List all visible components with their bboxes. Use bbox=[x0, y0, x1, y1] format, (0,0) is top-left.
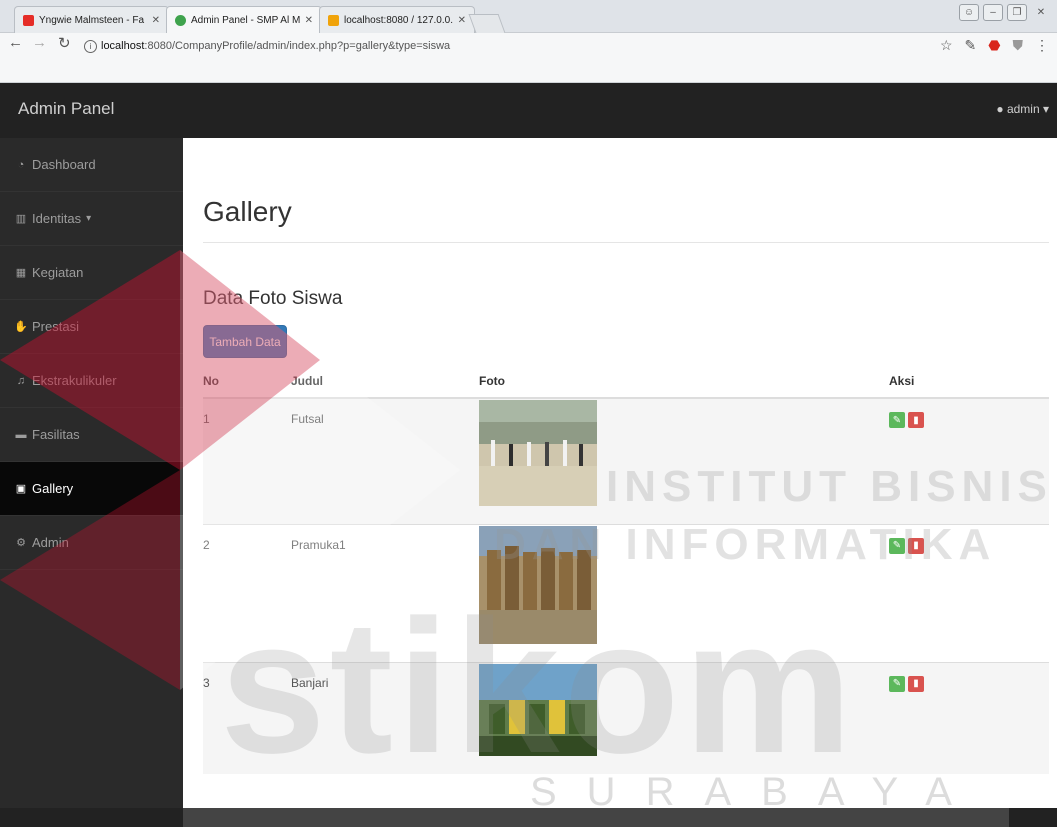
edit-button[interactable]: ✎ bbox=[889, 675, 905, 692]
profile-icon[interactable]: ☺ bbox=[959, 4, 979, 21]
watermark-line-2: DAN INFORMATIKA bbox=[494, 520, 997, 569]
sidebar-item-label: Dashboard bbox=[32, 157, 96, 172]
minimize-button[interactable]: – bbox=[983, 4, 1003, 21]
title-divider bbox=[203, 242, 1049, 243]
close-tab-icon[interactable]: ✕ bbox=[152, 15, 160, 26]
delete-button[interactable]: ▮ bbox=[908, 675, 924, 692]
sidebar-item-fasilitas[interactable]: ▬ Fasilitas bbox=[0, 408, 183, 462]
column-header-foto: Foto bbox=[479, 364, 889, 399]
tab-title: Admin Panel - SMP Al Mu bbox=[191, 14, 300, 26]
row-title: Futsal bbox=[291, 397, 479, 524]
photo-thumbnail[interactable] bbox=[479, 400, 597, 506]
browser-tab-phpmyadmin[interactable]: localhost:8080 / 127.0.0.1 ✕ bbox=[319, 6, 475, 33]
watermark-line-3: SURABAYA bbox=[530, 770, 982, 814]
tab-title: localhost:8080 / 127.0.0.1 bbox=[344, 14, 453, 26]
back-arrow-icon[interactable]: ← bbox=[8, 34, 23, 51]
sidebar-item-label: Prestasi bbox=[32, 319, 79, 334]
close-tab-icon[interactable]: ✕ bbox=[458, 15, 466, 26]
tab-title: Yngwie Malmsteen - Fa bbox=[39, 14, 145, 26]
sidebar-item-prestasi[interactable]: ✋ Prestasi bbox=[0, 300, 183, 354]
sidebar-item-dashboard[interactable]: ◔ Dashboard bbox=[0, 138, 183, 192]
bookmark-star-icon[interactable]: ☆ bbox=[940, 37, 953, 54]
shield-icon[interactable]: ⛊ bbox=[1013, 37, 1024, 54]
close-tab-icon[interactable]: ✕ bbox=[305, 15, 313, 26]
calendar-icon: ▦ bbox=[15, 267, 27, 279]
window-controls: ☺ – ❐ ✕ bbox=[959, 4, 1051, 21]
column-header-no: No bbox=[203, 364, 291, 399]
sidebar-item-label: Gallery bbox=[32, 481, 74, 496]
sidebar-item-label: Fasilitas bbox=[32, 427, 80, 442]
browser-toolbar: ← → ↻ i localhost:8080/CompanyProfile/ad… bbox=[0, 33, 1057, 83]
adblock-icon[interactable]: ⬣ bbox=[988, 37, 1000, 54]
edit-button[interactable]: ✎ bbox=[889, 412, 905, 428]
browser-tab-youtube[interactable]: Yngwie Malmsteen - Fa ✕ bbox=[14, 6, 169, 33]
close-window-button[interactable]: ✕ bbox=[1031, 4, 1051, 21]
sidebar-item-gallery[interactable]: ▣ Gallery bbox=[0, 462, 183, 516]
url-host: localhost bbox=[101, 40, 145, 52]
delete-button[interactable]: ▮ bbox=[908, 412, 924, 428]
page-title: Gallery bbox=[203, 196, 292, 227]
tachometer-icon: ◔ bbox=[17, 158, 25, 171]
brand-title[interactable]: Admin Panel bbox=[18, 99, 114, 119]
section-title: Data Foto Siswa bbox=[203, 288, 343, 309]
youtube-favicon-icon bbox=[23, 14, 34, 26]
gear-icon: ⚙ bbox=[16, 537, 26, 549]
forward-arrow-icon[interactable]: → bbox=[32, 34, 47, 51]
caret-down-icon: ▾ bbox=[1042, 102, 1049, 116]
column-header-aksi: Aksi bbox=[889, 364, 1049, 399]
column-header-judul: Judul bbox=[291, 364, 479, 399]
restore-button[interactable]: ❐ bbox=[1007, 4, 1027, 21]
add-data-button[interactable]: Tambah Data bbox=[203, 325, 287, 358]
sidebar: ◔ Dashboard ▥ Identitas ▾ ▦ Kegiatan ✋ P… bbox=[0, 138, 183, 808]
music-icon: ♫ bbox=[16, 374, 26, 387]
row-actions: ✎ ▮ bbox=[889, 412, 1049, 428]
row-actions: ✎ ▮ bbox=[889, 675, 1049, 692]
menu-dots-icon[interactable]: ⋮ bbox=[1035, 37, 1049, 54]
sidebar-item-kegiatan[interactable]: ▦ Kegiatan bbox=[0, 246, 183, 300]
user-dropdown[interactable]: ● admin ▾ bbox=[996, 102, 1049, 116]
sidebar-item-label: Identitas bbox=[32, 211, 82, 226]
row-number: 1 bbox=[203, 397, 291, 524]
watermark-line-1: INSTITUT BISNIS bbox=[606, 462, 1053, 511]
address-bar[interactable]: i localhost:8080/CompanyProfile/admin/in… bbox=[84, 36, 954, 56]
url-path: :8080/CompanyProfile/admin/index.php?p=g… bbox=[144, 40, 451, 52]
picture-icon: ▣ bbox=[15, 483, 27, 495]
sidebar-item-label: Kegiatan bbox=[32, 265, 84, 280]
bed-icon: ▬ bbox=[15, 428, 27, 441]
site-favicon-icon bbox=[175, 14, 186, 26]
phpmyadmin-favicon-icon bbox=[328, 14, 339, 26]
browser-tab-bar: Yngwie Malmsteen - Fa ✕ Admin Panel - SM… bbox=[0, 0, 1057, 33]
caret-down-icon: ▾ bbox=[86, 213, 92, 224]
extension-icon[interactable]: ✎ bbox=[965, 37, 977, 54]
new-tab-button[interactable] bbox=[468, 14, 506, 33]
browser-tab-admin-panel[interactable]: Admin Panel - SMP Al Mu ✕ bbox=[166, 6, 322, 33]
user-icon: ● bbox=[996, 102, 1004, 116]
sidebar-item-ekstrakulikuler[interactable]: ♫ Ekstrakulikuler bbox=[0, 354, 183, 408]
admin-navbar: Admin Panel ● admin ▾ bbox=[0, 83, 1057, 138]
sidebar-item-label: Admin bbox=[32, 535, 69, 550]
sidebar-item-identitas[interactable]: ▥ Identitas ▾ bbox=[0, 192, 183, 246]
sidebar-item-label: Ekstrakulikuler bbox=[32, 373, 117, 388]
watermark-logo-text: stikom bbox=[220, 581, 857, 793]
sidebar-item-admin[interactable]: ⚙ Admin bbox=[0, 516, 183, 570]
thumbs-up-icon: ✋ bbox=[14, 321, 28, 333]
info-icon[interactable]: i bbox=[84, 39, 97, 53]
reload-icon[interactable]: ↻ bbox=[58, 34, 71, 52]
toolbar-icons: ☆ ✎ ⬣ ⛊ ⋮ bbox=[940, 37, 1049, 54]
user-name: admin bbox=[1006, 102, 1040, 116]
bank-icon: ▥ bbox=[15, 213, 27, 225]
